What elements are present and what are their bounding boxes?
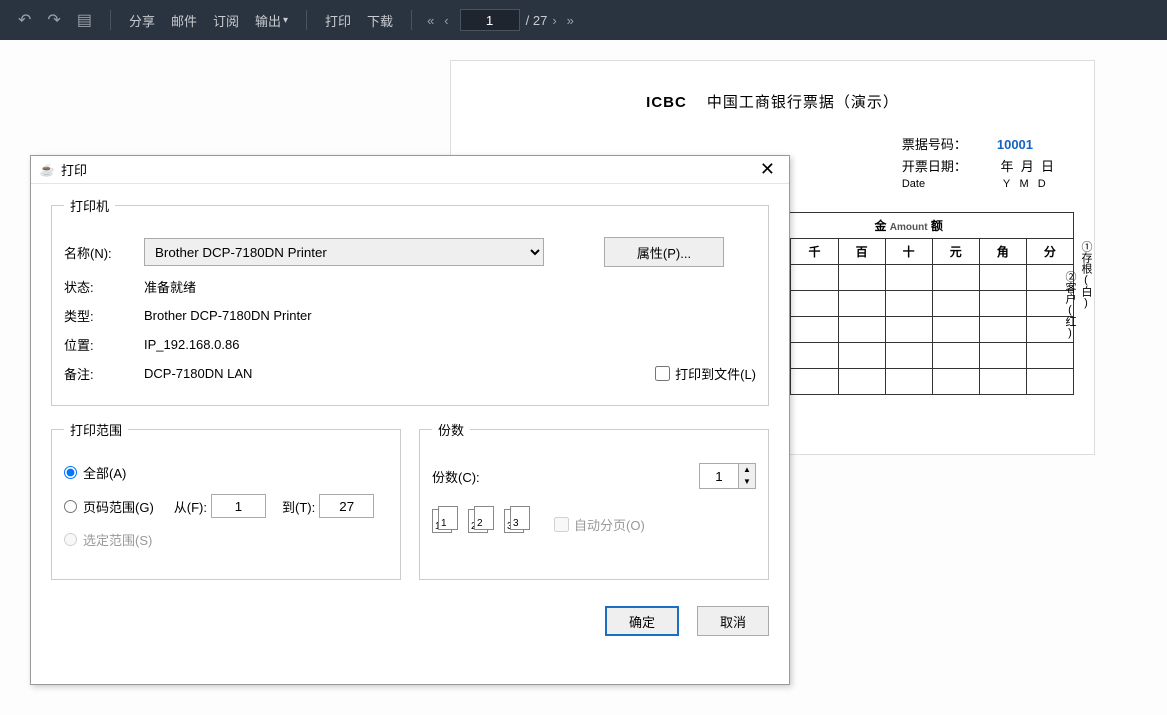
- separator: [306, 10, 307, 30]
- close-icon[interactable]: ✕: [754, 159, 781, 180]
- range-pages-radio[interactable]: 页码范围(G) 从(F): 到(T):: [64, 494, 388, 518]
- next-page-icon[interactable]: ›: [552, 13, 556, 28]
- print-dialog: ☕ 打印 ✕ 打印机 名称(N): Brother DCP-7180DN Pri…: [30, 155, 790, 685]
- copies-spinner[interactable]: ▲▼: [699, 463, 756, 489]
- java-icon: ☕: [39, 162, 55, 178]
- location-value: IP_192.168.0.86: [144, 337, 756, 352]
- undo-icon[interactable]: ↶: [18, 10, 31, 30]
- collate-preview: 11 22 33 自动分页(O): [432, 509, 756, 539]
- printer-fieldset: 打印机 名称(N): Brother DCP-7180DN Printer 属性…: [51, 196, 769, 406]
- share-button[interactable]: 分享: [129, 11, 155, 30]
- collate-checkbox[interactable]: 自动分页(O): [554, 515, 645, 534]
- first-page-icon[interactable]: «: [427, 13, 434, 28]
- range-all-radio[interactable]: 全部(A): [64, 463, 388, 482]
- document-title: ICBC中国工商银行票据（演示）: [471, 91, 1074, 112]
- range-selection-radio: 选定范围(S): [64, 530, 388, 549]
- page-number-input[interactable]: [460, 9, 520, 31]
- print-button[interactable]: 打印: [325, 11, 351, 30]
- remark-label: 备注:: [64, 364, 144, 383]
- mail-button[interactable]: 邮件: [171, 11, 197, 30]
- range-from-input[interactable]: [211, 494, 266, 518]
- side-annotation: ①存根(白) ②客户(红): [1062, 241, 1094, 339]
- separator: [411, 10, 412, 30]
- top-toolbar: ↶ ↷ ▤ 分享 邮件 订阅 输出▾ 打印 下载 « ‹ / 27 › »: [0, 0, 1167, 40]
- type-value: Brother DCP-7180DN Printer: [144, 308, 756, 323]
- dialog-title: 打印: [61, 160, 87, 179]
- save-icon[interactable]: ▤: [77, 10, 92, 30]
- page-total-label: / 27: [526, 13, 548, 28]
- printer-legend: 打印机: [64, 196, 115, 215]
- spinner-up-icon[interactable]: ▲: [739, 464, 755, 476]
- copies-input[interactable]: [700, 464, 738, 488]
- copies-fieldset: 份数 份数(C): ▲▼ 11 22 33 自动分页(O): [419, 420, 769, 580]
- cancel-button[interactable]: 取消: [697, 606, 769, 636]
- dialog-titlebar: ☕ 打印 ✕: [31, 156, 789, 184]
- last-page-icon[interactable]: »: [567, 13, 574, 28]
- location-label: 位置:: [64, 335, 144, 354]
- print-to-file-checkbox[interactable]: 打印到文件(L): [655, 364, 756, 383]
- remark-value: DCP-7180DN LAN: [144, 366, 655, 381]
- range-to-input[interactable]: [319, 494, 374, 518]
- redo-icon[interactable]: ↷: [47, 10, 60, 30]
- subscribe-button[interactable]: 订阅: [213, 11, 239, 30]
- copies-label: 份数(C):: [432, 467, 480, 486]
- range-legend: 打印范围: [64, 420, 128, 439]
- range-fieldset: 打印范围 全部(A) 页码范围(G) 从(F): 到(T): 选定范围(S): [51, 420, 401, 580]
- separator: [110, 10, 111, 30]
- printer-name-label: 名称(N):: [64, 243, 144, 262]
- status-value: 准备就绪: [144, 277, 756, 296]
- prev-page-icon[interactable]: ‹: [444, 13, 448, 28]
- document-meta: 票据号码：10001 开票日期： 年 月 日 Date Y M D: [902, 131, 1054, 193]
- properties-button[interactable]: 属性(P)...: [604, 237, 724, 267]
- type-label: 类型:: [64, 306, 144, 325]
- status-label: 状态:: [64, 277, 144, 296]
- ok-button[interactable]: 确定: [605, 606, 679, 636]
- export-dropdown[interactable]: 输出▾: [255, 11, 288, 30]
- printer-name-select[interactable]: Brother DCP-7180DN Printer: [144, 238, 544, 266]
- spinner-down-icon[interactable]: ▼: [739, 476, 755, 488]
- download-button[interactable]: 下载: [367, 11, 393, 30]
- copies-legend: 份数: [432, 420, 470, 439]
